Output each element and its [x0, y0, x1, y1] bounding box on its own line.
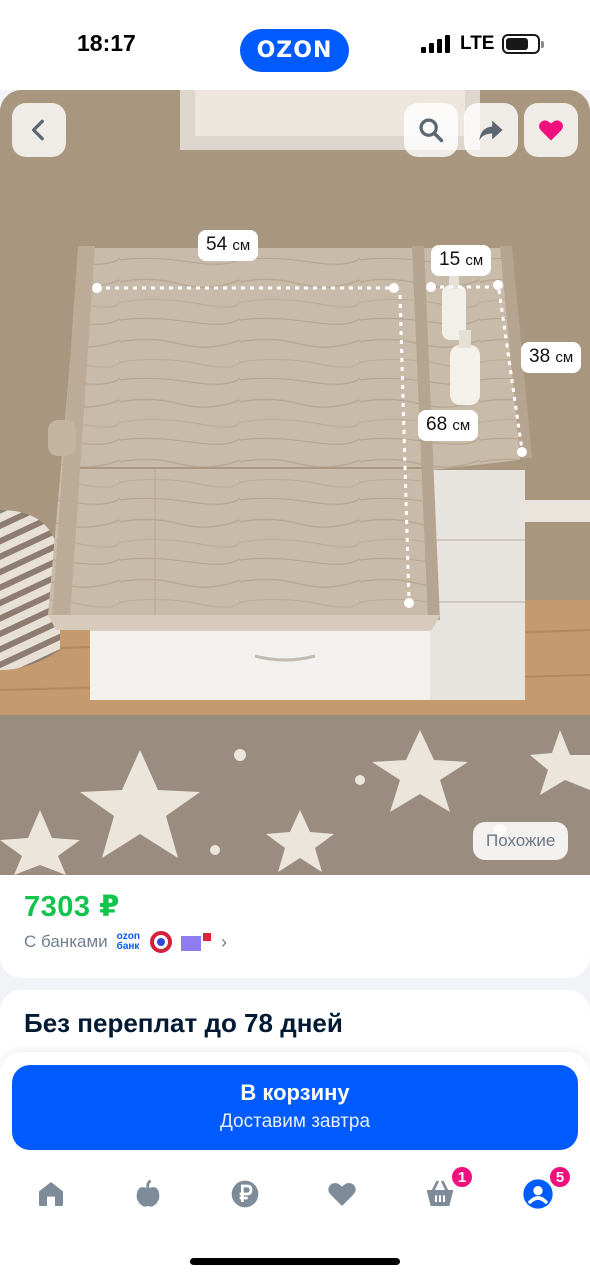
cart-button-subtitle: Доставим завтра	[219, 1111, 371, 1132]
chevron-left-icon	[31, 119, 44, 141]
product-page: 18:17 OZON LTE 54 см 15 см 38 см 68 см П…	[0, 0, 590, 1280]
home-icon	[39, 1182, 63, 1206]
dimension-label-depth: 68 см	[418, 410, 479, 441]
add-to-cart-button[interactable]: В корзину Доставим завтра	[12, 1065, 578, 1150]
favorite-button[interactable]	[524, 103, 578, 157]
dimension-unit: см	[465, 252, 484, 269]
ozon-logo: OZON	[240, 29, 349, 72]
profile-badge: 5	[548, 1165, 572, 1189]
dimension-unit: см	[555, 349, 574, 366]
network-label: LTE	[460, 33, 495, 54]
product-image[interactable]: 54 см 15 см 38 см 68 см Похожие	[0, 90, 590, 875]
share-arrow-icon	[479, 120, 503, 141]
status-time: 18:17	[77, 30, 136, 56]
battery-icon	[502, 34, 544, 54]
installment-title: Без переплат до 78 дней	[24, 1008, 343, 1038]
dimension-label-shelf-width: 15 см	[431, 245, 492, 276]
dimension-value: 15	[439, 249, 461, 270]
ozon-bank-logo-line2: банк	[116, 941, 140, 952]
dimension-unit: см	[232, 237, 251, 254]
tab-cart[interactable]: 1	[420, 1165, 474, 1214]
tab-finance[interactable]	[225, 1174, 265, 1214]
chevron-right-icon: ›	[220, 931, 227, 952]
bank-logo-icon	[180, 933, 211, 951]
dimension-label-shelf-depth: 38 см	[521, 342, 582, 373]
dimension-value: 54	[206, 234, 228, 255]
apple-icon	[136, 1179, 160, 1207]
search-icon	[419, 118, 444, 143]
dimension-value: 68	[426, 414, 448, 435]
cart-button-title: В корзину	[240, 1080, 350, 1105]
dimension-value: 38	[529, 346, 551, 367]
price-card: 7303 ₽ С банками ozon банк ›	[0, 875, 590, 978]
changing-table-photo	[0, 90, 590, 875]
heart-icon	[328, 1182, 356, 1206]
tab-fresh[interactable]	[128, 1174, 168, 1214]
back-button[interactable]	[12, 103, 66, 157]
search-button[interactable]	[404, 103, 458, 157]
heart-icon	[539, 120, 563, 141]
tab-home[interactable]	[31, 1174, 71, 1214]
banks-label: С банками	[24, 932, 108, 951]
ozon-bank-logo: ozon банк	[117, 932, 140, 952]
cart-badge: 1	[450, 1165, 474, 1189]
signal-icon	[421, 35, 451, 53]
bank-logo-icon	[149, 931, 172, 953]
status-bar: 18:17 OZON LTE	[0, 0, 590, 90]
home-indicator	[190, 1258, 400, 1265]
similar-button[interactable]: Похожие	[473, 822, 569, 860]
dimension-unit: см	[452, 417, 471, 434]
share-button[interactable]	[464, 103, 518, 157]
dimension-label-width: 54 см	[198, 230, 259, 261]
ruble-icon	[231, 1180, 259, 1208]
bank-price-row[interactable]: С банками ozon банк ›	[24, 930, 227, 954]
tab-profile[interactable]: 5	[518, 1165, 572, 1214]
price: 7303 ₽	[24, 891, 120, 923]
tab-bar: 1 5	[0, 1160, 590, 1230]
tab-favorites[interactable]	[322, 1174, 362, 1214]
